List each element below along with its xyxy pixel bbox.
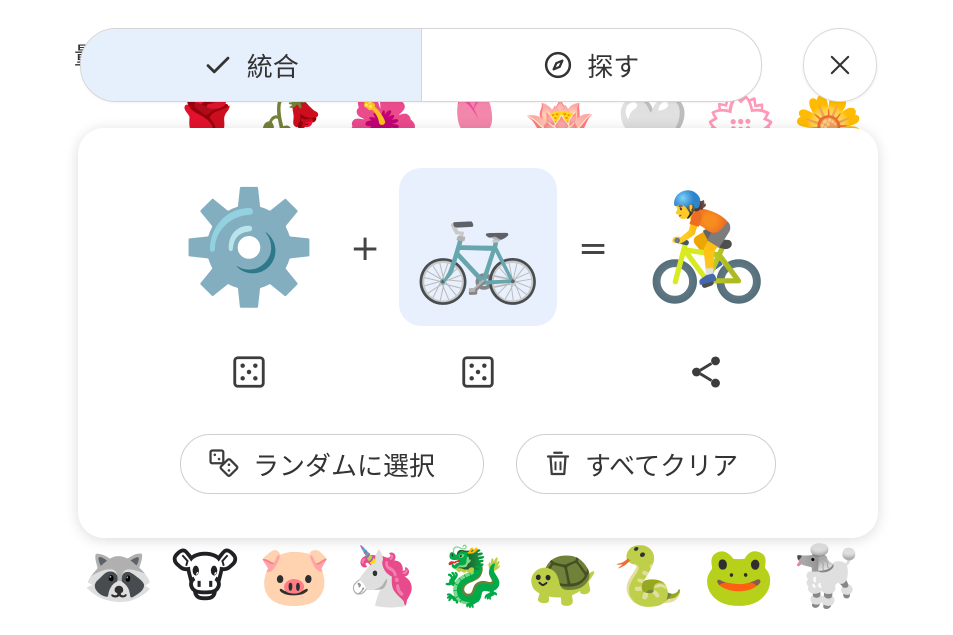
- plus-sign: +: [350, 228, 381, 269]
- merge-tab[interactable]: 統合: [81, 29, 421, 101]
- mode-segmented-control: 統合 探す: [80, 28, 762, 102]
- randomize-right-button[interactable]: [456, 350, 500, 394]
- close-button[interactable]: [803, 28, 877, 102]
- explore-tab-label: 探す: [587, 52, 640, 83]
- merge-tab-label: 統合: [246, 52, 299, 83]
- right-emoji: 🚲: [413, 185, 543, 308]
- shuffle-dice-icon: [209, 449, 239, 477]
- share-icon: [692, 356, 720, 388]
- randomize-left-button[interactable]: [227, 350, 271, 394]
- combination-card: ⚙️ + 🚲 = 🚴 ランダムに選択 すべてクリア: [78, 128, 878, 538]
- emoji-cell[interactable]: 🐩: [782, 536, 872, 616]
- equals-sign: =: [578, 228, 609, 269]
- dice-icon: [233, 356, 265, 388]
- left-emoji-slot[interactable]: ⚙️: [170, 168, 328, 326]
- emoji-cell[interactable]: 🐷: [250, 536, 340, 616]
- random-select-label: ランダムに選択: [253, 451, 436, 482]
- emoji-cell[interactable]: 🐉: [428, 536, 518, 616]
- check-icon: [206, 56, 230, 74]
- dice-icon: [462, 356, 494, 388]
- compass-icon: [545, 51, 572, 79]
- clear-all-button[interactable]: すべてクリア: [516, 434, 776, 494]
- emoji-cell[interactable]: 🦄: [338, 536, 428, 616]
- result-emoji: 🚴: [642, 185, 772, 308]
- close-icon: [830, 55, 850, 75]
- explore-tab[interactable]: 探す: [422, 29, 762, 101]
- right-emoji-slot[interactable]: 🚲: [399, 168, 557, 326]
- random-select-button[interactable]: ランダムに選択: [180, 434, 484, 494]
- emoji-cell[interactable]: 🐸: [694, 536, 784, 616]
- clear-all-label: すべてクリア: [585, 451, 739, 482]
- share-button[interactable]: [684, 350, 728, 394]
- emoji-cell[interactable]: 🐮: [160, 536, 250, 616]
- left-emoji: ⚙️: [180, 182, 318, 311]
- result-emoji-slot[interactable]: 🚴: [628, 168, 786, 326]
- emoji-cell[interactable]: 🐍: [604, 536, 694, 616]
- trash-icon: [546, 451, 570, 476]
- emoji-cell[interactable]: 🐢: [518, 536, 608, 616]
- emoji-cell[interactable]: 🦝: [74, 536, 164, 616]
